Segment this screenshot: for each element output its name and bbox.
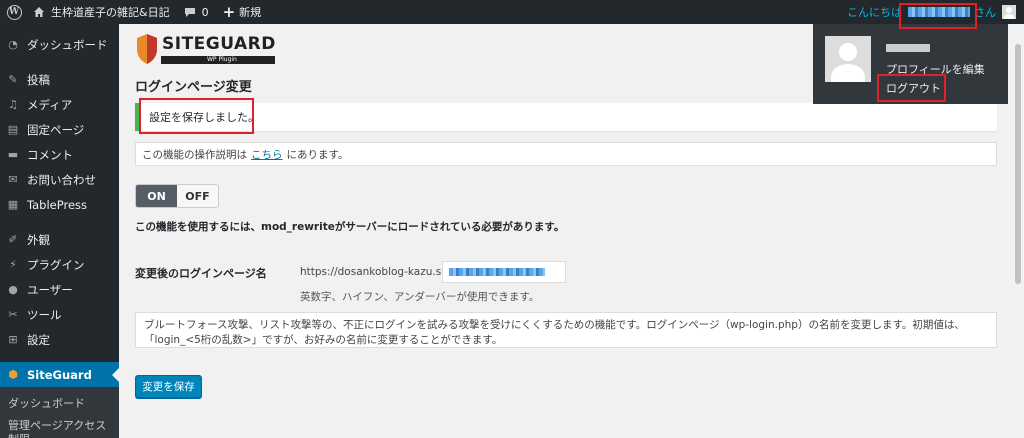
siteguard-submenu: ダッシュボード 管理ページアクセス制限 xyxy=(0,387,119,438)
annotation-box-notice xyxy=(139,98,254,134)
site-name-link[interactable]: 生枠道産子の雑記&日記 xyxy=(26,0,177,24)
home-icon xyxy=(34,7,44,17)
sidebar-item-label: TablePress xyxy=(27,197,88,212)
account-display-name[interactable] xyxy=(886,41,930,54)
scrollbar-thumb[interactable] xyxy=(1015,44,1021,284)
sidebar-item-users[interactable]: ● ユーザー xyxy=(0,277,119,302)
sidebar-item-appearance[interactable]: ✐ 外観 xyxy=(0,227,119,252)
plus-icon: + xyxy=(222,2,236,21)
sidebar-item-label: ユーザー xyxy=(27,282,73,297)
sidebar-item-label: SiteGuard xyxy=(27,367,92,382)
sidebar-item-plugins[interactable]: ⚡ プラグイン xyxy=(0,252,119,277)
help-info-box: この機能の操作説明は こちら にあります。 xyxy=(135,142,997,166)
siteguard-logo: SITEGUARD WP Plugin xyxy=(135,32,280,66)
redacted-slug xyxy=(449,268,545,276)
table-icon: ▦ xyxy=(7,198,19,211)
page-icon: ▤ xyxy=(7,123,19,136)
profile-avatar xyxy=(825,36,871,82)
annotation-box-logout xyxy=(877,74,946,102)
feature-description: ブルートフォース攻撃、リスト攻撃等の、不正にログインを試みる攻撃を受けにくくする… xyxy=(135,312,997,348)
toggle-on-button[interactable]: ON xyxy=(136,185,177,207)
sidebar-item-dashboard[interactable]: ◔ ダッシュボード xyxy=(0,32,119,57)
logo-text: SITEGUARD xyxy=(162,34,276,54)
sidebar-item-settings[interactable]: ⊞ 設定 xyxy=(0,327,119,352)
settings-icon: ⊞ xyxy=(8,333,18,346)
wordpress-logo-icon[interactable]: W xyxy=(2,0,26,24)
logo-subtext: WP Plugin xyxy=(207,56,237,63)
sidebar-item-label: メディア xyxy=(27,97,73,112)
sidebar-item-label: 外観 xyxy=(27,232,50,247)
feature-toggle[interactable]: ON OFF xyxy=(135,184,219,208)
new-content-link[interactable]: + 新規 xyxy=(216,0,269,24)
redacted-display-name xyxy=(886,44,930,52)
submenu-item-admin-filter[interactable]: 管理ページアクセス制限 xyxy=(0,415,119,438)
login-page-name-input[interactable] xyxy=(442,261,566,283)
new-label: 新規 xyxy=(239,6,262,19)
success-notice: 設定を保存しました。 xyxy=(135,103,997,131)
howdy-prefix: こんにちは xyxy=(847,6,902,19)
user-icon: ● xyxy=(8,283,18,296)
sidebar-item-label: 設定 xyxy=(27,332,50,347)
submenu-item-dashboard[interactable]: ダッシュボード xyxy=(0,393,119,415)
sidebar-item-pages[interactable]: ▤ 固定ページ xyxy=(0,117,119,142)
info-prefix: この機能の操作説明は xyxy=(142,148,247,161)
sidebar-item-label: 固定ページ xyxy=(27,122,85,137)
annotation-box-username xyxy=(899,3,977,29)
sidebar-item-media[interactable]: ♫ メディア xyxy=(0,92,119,117)
pin-icon: ✎ xyxy=(8,73,18,86)
plugin-icon: ⚡ xyxy=(9,258,17,271)
comment-bubble-icon xyxy=(184,7,195,17)
help-link[interactable]: こちら xyxy=(251,147,283,162)
siteguard-icon: ⬢ xyxy=(8,368,18,381)
avatar-icon xyxy=(1002,5,1016,19)
sidebar-item-label: お問い合わせ xyxy=(27,172,96,187)
sidebar-item-siteguard[interactable]: ⬢ SiteGuard xyxy=(0,362,119,387)
page-title: ログインページ変更 xyxy=(135,80,252,95)
sidebar-item-label: ツール xyxy=(27,307,62,322)
toggle-off-button[interactable]: OFF xyxy=(177,185,218,207)
sidebar-item-comments[interactable]: ▬ コメント xyxy=(0,142,119,167)
page-scrollbar[interactable] xyxy=(1012,24,1024,438)
admin-bar: W 生枠道産子の雑記&日記 0 + 新規 こんにちは さん xyxy=(0,0,1024,24)
save-changes-button[interactable]: 変更を保存 xyxy=(135,375,202,398)
sidebar-item-label: ダッシュボード xyxy=(27,37,108,52)
mail-icon: ✉ xyxy=(8,173,18,186)
brush-icon: ✐ xyxy=(8,233,18,246)
url-prefix: https://dosankoblog-kazu.site/ xyxy=(300,266,459,278)
sidebar-item-posts[interactable]: ✎ 投稿 xyxy=(0,67,119,92)
media-icon: ♫ xyxy=(8,98,18,111)
wrench-icon: ✂ xyxy=(8,308,18,321)
comments-link[interactable]: 0 xyxy=(177,0,216,24)
login-page-name-label: 変更後のログインページ名 xyxy=(135,267,267,280)
sidebar-item-tablepress[interactable]: ▦ TablePress xyxy=(0,192,119,217)
sidebar-item-label: プラグイン xyxy=(27,257,85,272)
comment-count: 0 xyxy=(201,5,209,19)
sidebar-item-contact[interactable]: ✉ お問い合わせ xyxy=(0,167,119,192)
howdy-suffix: さん xyxy=(974,6,996,19)
sidebar-item-tools[interactable]: ✂ ツール xyxy=(0,302,119,327)
input-hint: 英数字、ハイフン、アンダーバーが使用できます。 xyxy=(300,291,540,303)
sidebar-item-label: コメント xyxy=(27,147,73,162)
admin-sidebar: ◔ ダッシュボード ✎ 投稿 ♫ メディア ▤ 固定ページ ▬ コメント ✉ お… xyxy=(0,24,119,438)
sidebar-item-label: 投稿 xyxy=(27,72,50,87)
info-suffix: にあります。 xyxy=(286,148,349,161)
comment-icon: ▬ xyxy=(7,148,19,161)
dashboard-icon: ◔ xyxy=(8,38,18,51)
requirement-text: この機能を使用するには、mod_rewriteがサーバーにロードされている必要が… xyxy=(135,221,565,233)
site-name: 生枠道産子の雑記&日記 xyxy=(51,6,170,19)
